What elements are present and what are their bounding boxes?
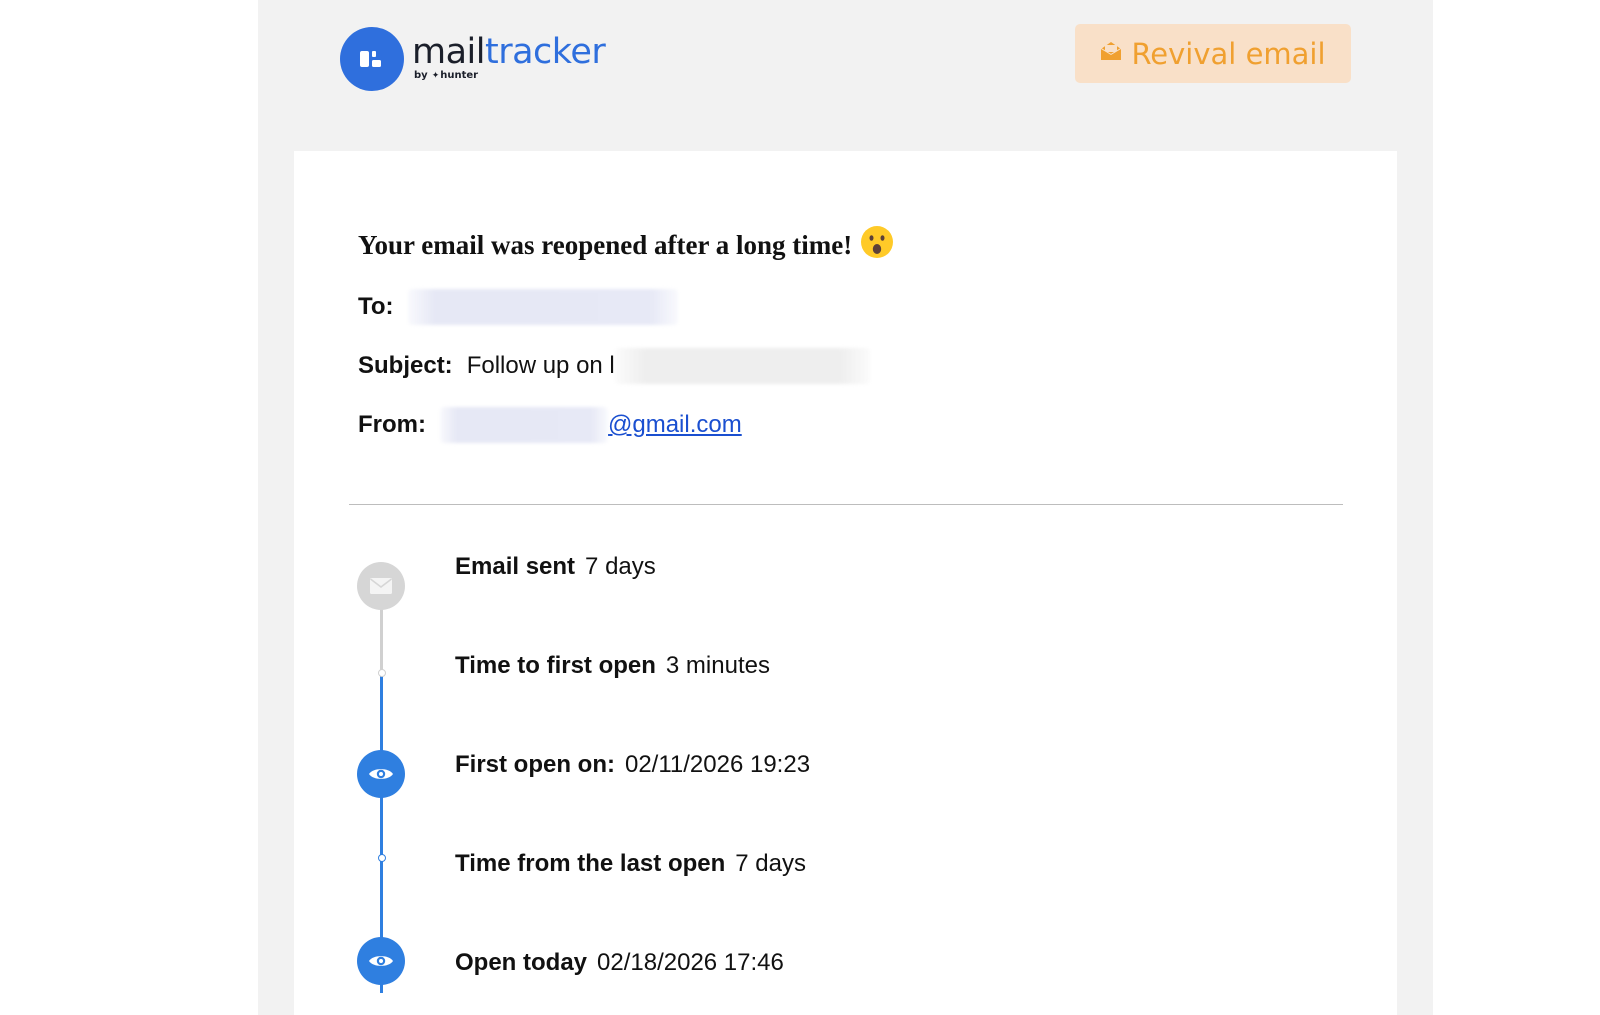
from-row: From: @gmail.com bbox=[358, 407, 742, 443]
card-title: Your email was reopened after a long tim… bbox=[358, 225, 894, 266]
revival-email-button[interactable]: Revival email bbox=[1075, 24, 1351, 83]
envelope-open-icon bbox=[1100, 41, 1122, 66]
to-label: To: bbox=[358, 293, 394, 320]
email-frame: mailtracker by ✦ hunter Revival email Yo… bbox=[258, 0, 1433, 1015]
timeline-item: Time from the last open 7 days bbox=[455, 850, 806, 878]
from-email-link[interactable]: @gmail.com bbox=[608, 411, 742, 439]
timeline-item-label: Time to first open bbox=[455, 652, 656, 679]
from-label: From: bbox=[358, 411, 426, 438]
envelope-icon bbox=[370, 578, 392, 594]
mailtracker-logo-icon bbox=[340, 27, 404, 91]
timeline-item-value: 3 minutes bbox=[665, 652, 770, 679]
timeline-item-value: 7 days bbox=[735, 850, 806, 877]
eye-icon bbox=[369, 769, 393, 779]
revival-email-label: Revival email bbox=[1131, 36, 1326, 71]
timeline-item-label: Email sent bbox=[455, 553, 576, 580]
to-redacted bbox=[407, 289, 678, 325]
timeline-first-open-marker bbox=[357, 750, 405, 798]
timeline-dot bbox=[377, 669, 386, 677]
timeline-item-label: First open on: bbox=[455, 751, 615, 778]
timeline-item-value: 02/11/2026 19:23 bbox=[624, 751, 811, 778]
timeline-item: First open on: 02/11/2026 19:23 bbox=[455, 751, 810, 779]
timeline-item: Time to first open 3 minutes bbox=[455, 652, 770, 680]
timeline-item-value: 02/18/2026 17:46 bbox=[597, 949, 784, 976]
subject-label: Subject: bbox=[358, 352, 453, 379]
timeline-item-label: Time from the last open bbox=[455, 850, 726, 877]
timeline-item-label: Open today bbox=[455, 949, 588, 976]
notification-card: Your email was reopened after a long tim… bbox=[294, 151, 1397, 1015]
timeline-open-today-marker bbox=[357, 937, 405, 985]
hunter-icon: ✦ bbox=[431, 70, 440, 81]
subject-redacted bbox=[614, 348, 870, 384]
from-redacted bbox=[440, 407, 608, 443]
logo-wordmark: mailtracker bbox=[412, 32, 606, 72]
mailtracker-logo[interactable]: mailtracker by ✦ hunter bbox=[340, 27, 606, 91]
timeline-dot bbox=[377, 854, 386, 862]
to-row: To: bbox=[358, 289, 678, 325]
eye-icon bbox=[369, 956, 393, 966]
subject-value: Follow up on l bbox=[466, 352, 615, 379]
subject-row: Subject: Follow up on l bbox=[358, 348, 870, 384]
astonished-face-icon bbox=[860, 225, 894, 266]
timeline-item-value: 7 days bbox=[585, 553, 656, 580]
timeline-sent-marker bbox=[357, 562, 405, 610]
timeline-item: Open today 02/18/2026 17:46 bbox=[455, 949, 784, 977]
timeline-item: Email sent 7 days bbox=[455, 553, 656, 581]
divider bbox=[349, 504, 1343, 505]
